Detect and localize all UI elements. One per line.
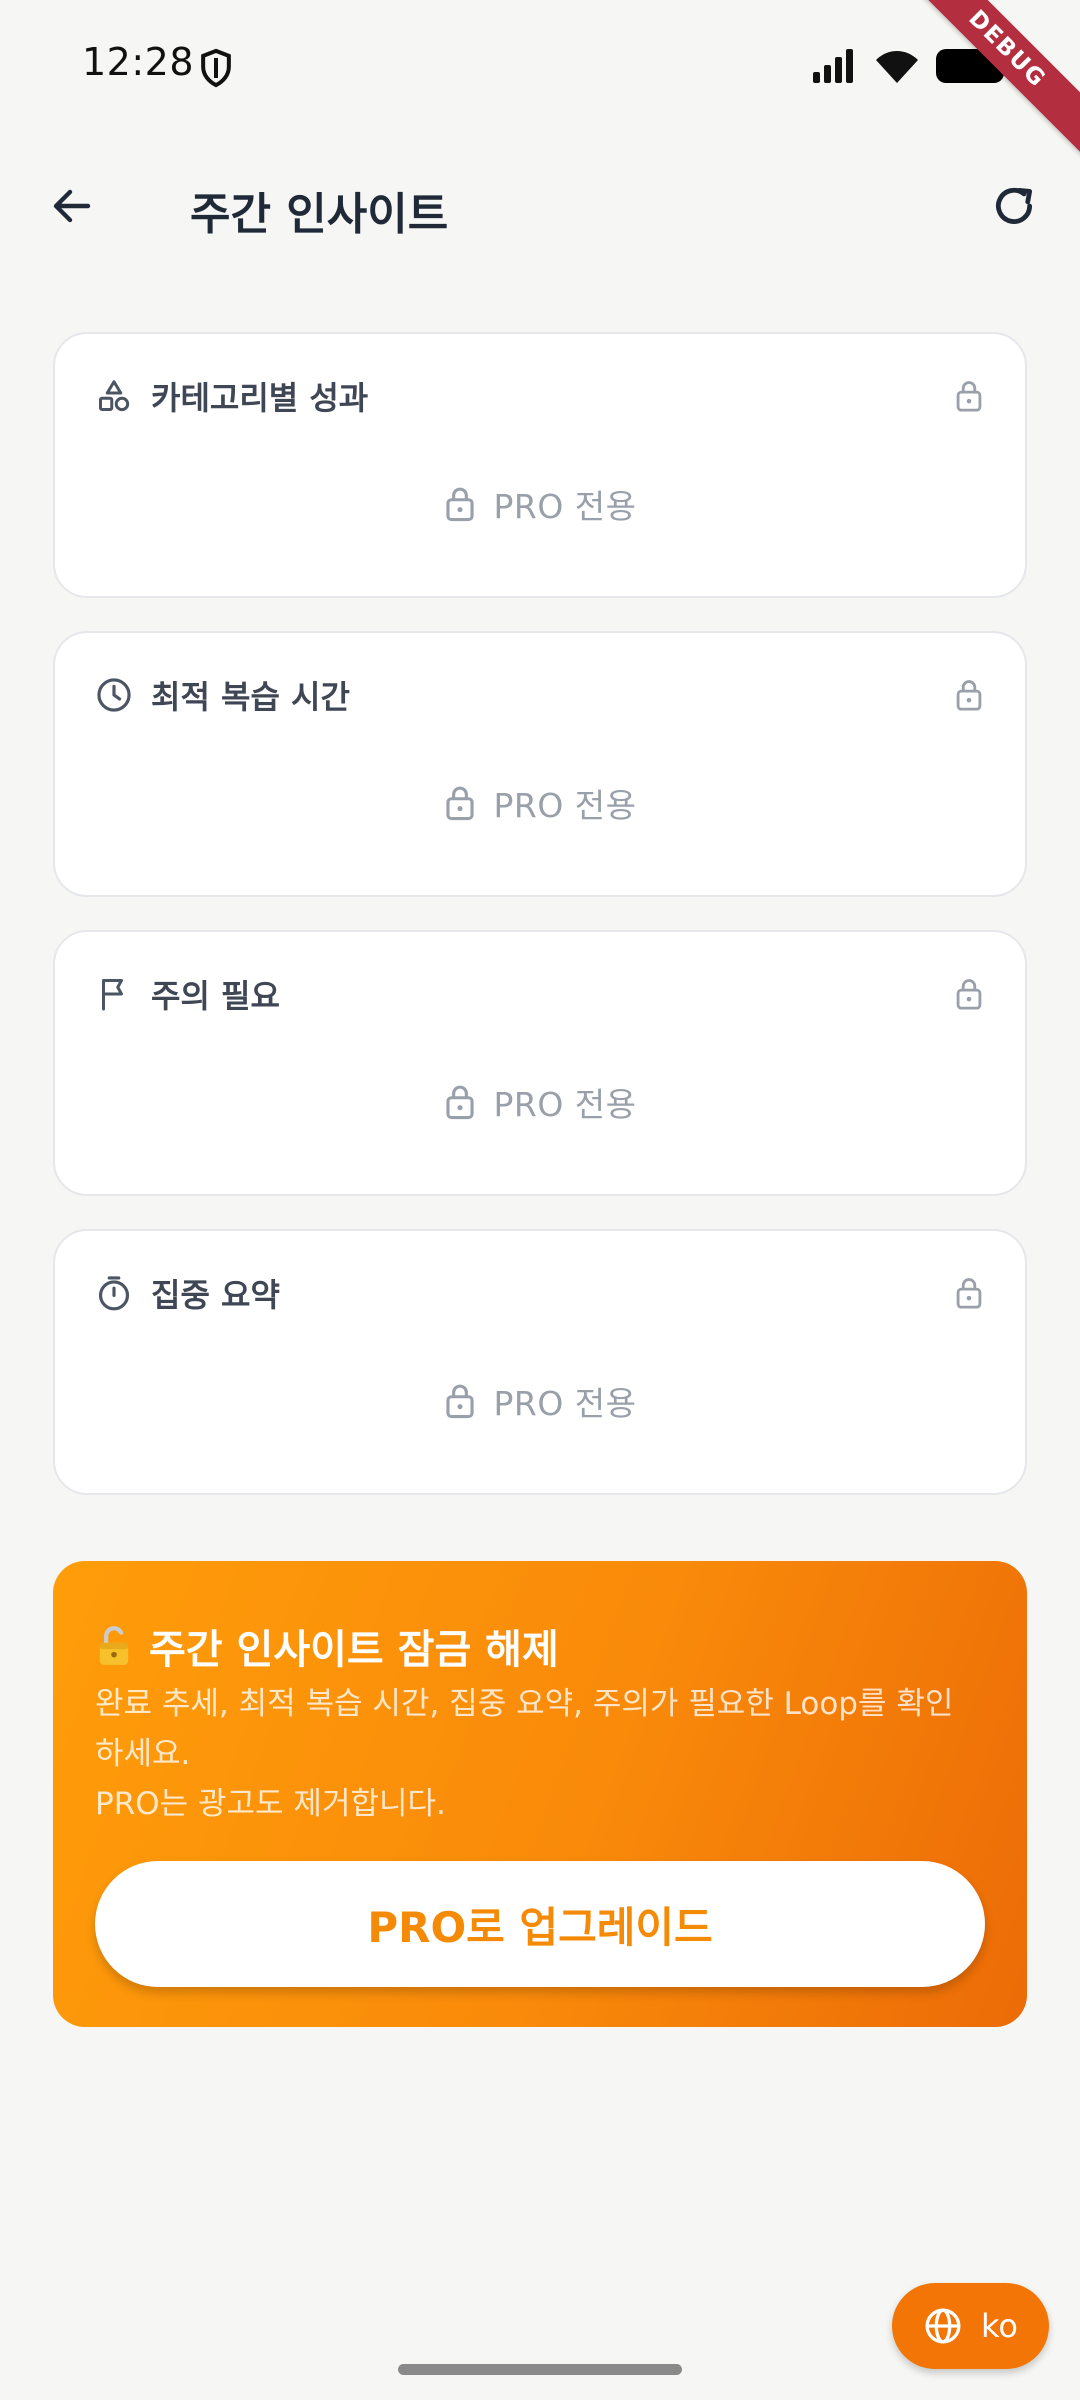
card-title: 최적 복습 시간 xyxy=(151,678,350,716)
insight-card-best-review-time[interactable]: 최적 복습 시간 PRO 전용 xyxy=(53,631,1027,897)
promo-description: 완료 추세, 최적 복습 시간, 집중 요약, 주의가 필요한 Loop를 확인… xyxy=(95,1679,995,1829)
card-title: 주의 필요 xyxy=(151,977,280,1015)
globe-icon xyxy=(925,2308,961,2344)
card-header: 집중 요약 xyxy=(95,1271,985,1315)
clock-icon xyxy=(95,676,133,714)
lock-icon xyxy=(956,1278,982,1309)
status-bar: 12:28 xyxy=(0,0,1080,132)
lock-icon xyxy=(956,680,982,711)
lock-icon xyxy=(446,786,475,821)
upgrade-promo-card: 주간 인사이트 잠금 해제 완료 추세, 최적 복습 시간, 집중 요약, 주의… xyxy=(53,1561,1027,2027)
pro-only-notice: PRO 전용 xyxy=(55,775,1025,831)
wifi-icon xyxy=(876,51,918,83)
app-bar: 주간 인사이트 xyxy=(0,150,1080,262)
promo-description-line: 하세요. xyxy=(95,1736,191,1772)
card-header: 카테고리별 성과 xyxy=(95,374,985,418)
lock-icon xyxy=(956,979,982,1010)
pro-only-notice: PRO 전용 xyxy=(55,476,1025,532)
card-title: 카테고리별 성과 xyxy=(151,379,369,417)
pro-only-label: PRO 전용 xyxy=(493,1085,637,1124)
lock-icon xyxy=(446,1085,475,1120)
insight-card-focus-summary[interactable]: 집중 요약 PRO 전용 xyxy=(53,1229,1027,1495)
lock-icon xyxy=(446,487,475,522)
card-header: 최적 복습 시간 xyxy=(95,673,985,717)
insight-card-category-performance[interactable]: 카테고리별 성과 PRO 전용 xyxy=(53,332,1027,598)
language-switch-button[interactable]: ko xyxy=(892,2283,1049,2369)
insight-card-needs-attention[interactable]: 주의 필요 PRO 전용 xyxy=(53,930,1027,1196)
flag-icon xyxy=(95,975,133,1013)
promo-title-row: 주간 인사이트 잠금 해제 xyxy=(95,1617,559,1675)
lock-icon xyxy=(956,381,982,412)
home-indicator xyxy=(398,2364,682,2375)
pro-only-label: PRO 전용 xyxy=(493,1384,637,1423)
shield-icon xyxy=(201,48,231,88)
lock-icon xyxy=(446,1384,475,1419)
pro-only-label: PRO 전용 xyxy=(493,487,637,526)
promo-description-line: PRO는 광고도 제거합니다. xyxy=(95,1786,446,1822)
screen: 12:28 DEBUG 주간 인사이트 카테고리별 성과 PRO 전용 최적 복… xyxy=(0,0,1080,2400)
shapes-icon xyxy=(95,377,133,415)
upgrade-to-pro-button[interactable]: PRO로 업그레이드 xyxy=(95,1861,985,1987)
pro-only-notice: PRO 전용 xyxy=(55,1373,1025,1429)
unlocked-lock-icon xyxy=(99,1626,129,1665)
arrow-left-icon xyxy=(53,189,91,223)
signal-icon xyxy=(813,49,853,83)
card-header: 주의 필요 xyxy=(95,972,985,1016)
refresh-button[interactable] xyxy=(976,170,1052,242)
back-button[interactable] xyxy=(34,172,110,240)
pro-only-notice: PRO 전용 xyxy=(55,1074,1025,1130)
promo-title: 주간 인사이트 잠금 해제 xyxy=(149,1627,559,1673)
refresh-icon xyxy=(995,187,1033,224)
status-time: 12:28 xyxy=(82,40,195,84)
pro-only-label: PRO 전용 xyxy=(493,786,637,825)
timer-icon xyxy=(95,1274,133,1312)
promo-description-line: 완료 추세, 최적 복습 시간, 집중 요약, 주의가 필요한 Loop를 확인 xyxy=(95,1686,954,1722)
language-label: ko xyxy=(981,2307,1018,2345)
page-title: 주간 인사이트 xyxy=(190,189,449,240)
card-title: 집중 요약 xyxy=(151,1276,280,1314)
status-icons xyxy=(812,44,1004,88)
